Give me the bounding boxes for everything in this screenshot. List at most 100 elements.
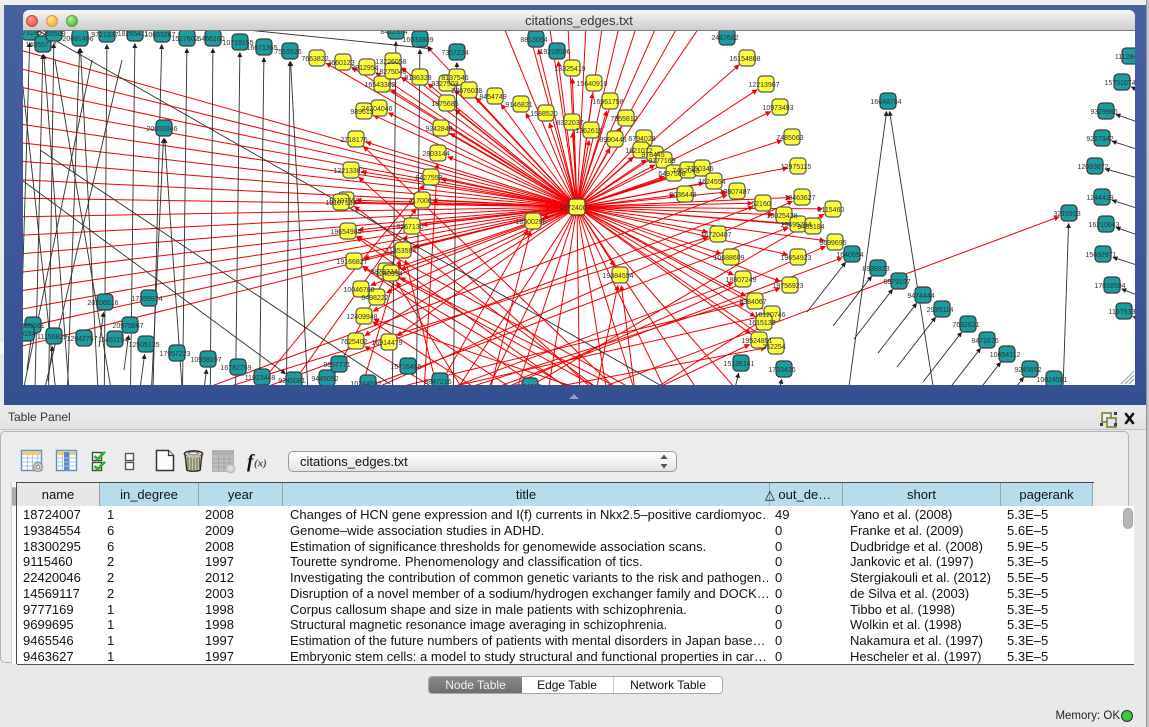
svg-text:7663822: 7663822 [301,56,328,63]
svg-text:1244419: 1244419 [1086,195,1113,202]
svg-text:6794028: 6794028 [628,136,655,143]
svg-text:18724007: 18724007 [559,205,590,212]
svg-text:12093872: 12093872 [1077,164,1108,171]
svg-text:9699695: 9699695 [819,240,846,247]
svg-text:17957223: 17957223 [159,351,190,358]
svg-text:9245652: 9245652 [1014,367,1041,374]
svg-text:8267130: 8267130 [396,224,423,231]
svg-text:16648784: 16648784 [870,99,901,106]
svg-text:1875685: 1875685 [431,101,458,108]
svg-text:3215953: 3215953 [1053,211,1080,218]
svg-text:18275049: 18275049 [375,69,406,76]
svg-text:8454749: 8454749 [479,94,506,101]
svg-text:8412374: 8412374 [380,31,407,36]
svg-text:9721337: 9721337 [91,32,118,39]
svg-text:11923448: 11923448 [245,375,276,382]
svg-text:10807487: 10807487 [719,189,750,196]
svg-text:16033809: 16033809 [402,37,433,44]
svg-text:16154808: 16154808 [729,56,760,63]
svg-text:19166827: 19166827 [336,259,367,266]
svg-text:989613: 989613 [350,109,373,116]
svg-text:28676038: 28676038 [451,88,482,95]
svg-text:19463627: 19463627 [784,195,815,202]
svg-text:16671355: 16671355 [246,45,277,52]
svg-text:11353594: 11353594 [386,248,417,255]
svg-text:16120746: 16120746 [754,312,785,319]
svg-text:7515526: 7515526 [274,49,301,56]
svg-text:18807249: 18807249 [725,277,756,284]
svg-text:9242848: 9242848 [425,126,452,133]
svg-text:10688609: 10688609 [713,255,744,262]
svg-text:8322037: 8322037 [556,120,583,127]
svg-text:13226058: 13226058 [375,59,406,66]
svg-text:417006: 417006 [408,198,431,205]
svg-text:9384067: 9384067 [739,299,766,306]
svg-text:9085061: 9085061 [23,323,45,330]
svg-text:9445092: 9445092 [311,376,338,383]
svg-text:6879197: 6879197 [883,279,910,286]
svg-text:7485063: 7485063 [776,135,803,142]
svg-text:9245081: 9245081 [278,378,305,385]
svg-text:20206516: 20206516 [87,300,118,307]
svg-text:62160: 62160 [751,201,771,208]
svg-text:2718176: 2718176 [340,137,367,144]
svg-text:10025438: 10025438 [766,213,797,220]
svg-text:18300295: 18300295 [515,219,546,226]
svg-text:6466160: 6466160 [197,36,224,43]
svg-text:7625402: 7625402 [340,339,367,346]
svg-text:20691406: 20691406 [62,36,93,43]
svg-text:19756923: 19756923 [772,283,803,290]
svg-text:9857771: 9857771 [323,362,350,369]
svg-text:9227342: 9227342 [1086,136,1113,143]
svg-text:12213382: 12213382 [333,168,364,175]
svg-text:12213967: 12213967 [748,82,779,89]
svg-text:7357224: 7357224 [441,50,468,57]
svg-text:15716485: 15716485 [390,364,421,371]
svg-text:16782759: 16782759 [220,365,251,372]
svg-text:15751074: 15751074 [1104,80,1135,87]
svg-text:17016504: 17016504 [1094,283,1125,290]
svg-text:8427552: 8427552 [415,175,442,182]
svg-text:1167533: 1167533 [1109,309,1135,316]
svg-text:1624554: 1624554 [698,179,725,186]
svg-text:7955812: 7955812 [610,116,637,123]
svg-text:10024501: 10024501 [1036,377,1067,384]
svg-text:(x): (x) [254,458,267,470]
svg-text:1588520: 1588520 [530,111,557,118]
svg-text:8990448: 8990448 [599,137,626,144]
svg-text:11451194: 11451194 [98,337,128,344]
svg-text:1112845: 1112845 [1115,54,1135,61]
svg-text:8813054: 8813054 [520,37,547,44]
svg-text:15692971: 15692971 [1085,252,1116,259]
svg-text:2803144: 2803144 [422,151,449,158]
svg-text:8186328: 8186328 [404,75,431,82]
svg-text:2935114: 2935114 [927,307,954,314]
svg-text:16543362: 16543362 [364,82,395,89]
svg-text:19218506: 19218506 [539,49,570,56]
svg-text:1240994: 1240994 [375,271,402,278]
svg-text:12942757: 12942757 [66,336,97,343]
svg-text:8847216: 8847216 [424,379,451,385]
svg-text:1527602: 1527602 [171,36,198,43]
svg-text:10654112: 10654112 [990,352,1021,359]
svg-text:10046788: 10046788 [343,287,374,294]
svg-text:19384554: 19384554 [602,273,633,280]
svg-text:12409948: 12409948 [346,314,377,321]
svg-text:9327503: 9327503 [431,81,458,88]
svg-text:19654923: 19654923 [780,255,811,262]
svg-text:9934512: 9934512 [514,384,541,385]
svg-text:989154: 989154 [23,331,36,338]
svg-text:8137546: 8137546 [441,75,468,82]
svg-text:17359924: 17359924 [131,296,162,303]
svg-text:15640910: 15640910 [576,81,607,88]
svg-text:8938923: 8938923 [862,266,889,273]
svg-text:9115460: 9115460 [818,207,845,214]
svg-text:20975867: 20975867 [112,323,143,330]
svg-text:13325419: 13325419 [554,66,585,73]
svg-text:7150346: 7150346 [686,166,713,173]
svg-text:12975115: 12975115 [781,164,812,171]
svg-text:7632621: 7632621 [952,322,979,329]
svg-text:20053346: 20053346 [146,126,177,133]
svg-text:1910713: 1910713 [325,200,352,207]
svg-text:8471676: 8471676 [971,338,998,345]
